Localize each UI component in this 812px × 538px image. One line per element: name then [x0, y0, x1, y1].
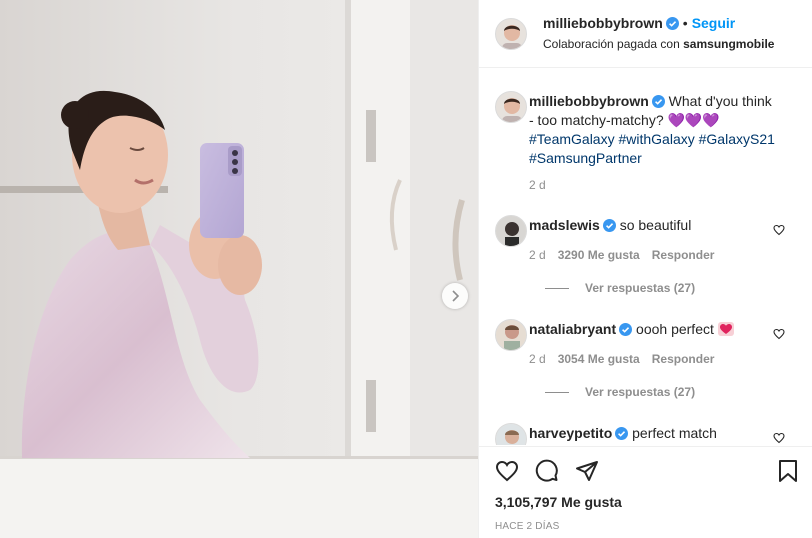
heart-emoji-icon	[717, 322, 734, 336]
bookmark-icon[interactable]	[777, 459, 799, 483]
share-paper-plane-icon[interactable]	[575, 459, 599, 483]
reply-button[interactable]: Responder	[652, 248, 715, 262]
replies-divider	[545, 391, 569, 393]
follow-button[interactable]: Seguir	[692, 15, 736, 31]
post-actions: 3,105,797 Me gusta HACE 2 DÍAS	[479, 446, 812, 538]
author-avatar[interactable]	[495, 17, 527, 50]
likes-count[interactable]: 3,105,797 Me gusta	[495, 494, 622, 510]
caption-hashtag-partner[interactable]: #SamsungPartner	[529, 150, 642, 166]
like-heart-icon[interactable]	[495, 459, 519, 483]
separator-dot: •	[682, 15, 688, 31]
paid-partnership-label: Colaboración pagada con samsungmobile	[543, 35, 774, 53]
comment-username[interactable]: harveypetito	[529, 425, 612, 441]
post-time[interactable]: HACE 2 DÍAS	[495, 521, 559, 532]
comment-likes-count[interactable]: 3054 Me gusta	[558, 352, 640, 366]
comment-body: so beautiful	[619, 217, 692, 233]
replies-divider	[545, 287, 569, 289]
caption-username[interactable]: milliebobbybrown	[529, 93, 649, 109]
verified-badge-icon	[602, 219, 616, 232]
carousel-next-button[interactable]	[442, 283, 468, 309]
comment-body: perfect match	[632, 425, 717, 441]
commenter-avatar[interactable]	[495, 215, 527, 247]
verified-badge-icon	[665, 17, 679, 30]
purple-hearts-emoji: 💜💜💜	[667, 112, 720, 128]
comment-likes-count[interactable]: 3290 Me gusta	[558, 248, 640, 262]
caption-avatar[interactable]	[495, 91, 527, 123]
verified-badge-icon	[619, 323, 633, 336]
comment-like-heart-icon[interactable]	[773, 224, 785, 236]
post-side-panel: milliebobbybrown • Seguir Colaboración pag…	[478, 0, 812, 538]
post-header: milliebobbybrown • Seguir Colaboración pag…	[479, 0, 812, 68]
view-replies-button[interactable]: Ver respuestas (27)	[545, 281, 695, 295]
comment-like-heart-icon[interactable]	[773, 328, 785, 340]
comment-username[interactable]: nataliabryant	[529, 321, 616, 337]
comment-time[interactable]: 2 d	[529, 352, 546, 366]
view-replies-label: Ver respuestas (27)	[585, 281, 696, 295]
comment-text: madslewis so beautiful	[529, 216, 779, 235]
post-photo[interactable]	[0, 0, 478, 538]
comment-like-heart-icon[interactable]	[773, 432, 785, 444]
comment-text: harveypetito perfect match	[529, 424, 779, 443]
comment-meta: 2 d 3054 Me gusta Responder	[529, 352, 726, 366]
comments-list[interactable]: milliebobbybrown What d'you think - too …	[479, 69, 812, 445]
comment-text: nataliabryant oooh perfect	[529, 320, 779, 339]
verified-badge-icon	[615, 427, 629, 440]
paid-partnership-prefix: Colaboración pagada con	[543, 37, 680, 51]
caption-hashtags[interactable]: #TeamGalaxy #withGalaxy #GalaxyS21	[529, 131, 775, 147]
view-replies-button[interactable]: Ver respuestas (27)	[545, 385, 695, 399]
view-replies-label: Ver respuestas (27)	[585, 385, 696, 399]
verified-badge-icon	[651, 95, 665, 108]
comment-icon[interactable]	[535, 459, 559, 483]
comment-username[interactable]: madslewis	[529, 217, 600, 233]
reply-button[interactable]: Responder	[652, 352, 715, 366]
partner-link[interactable]: samsungmobile	[683, 37, 774, 51]
chevron-right-icon	[452, 290, 460, 302]
comment-meta: 2 d 3290 Me gusta Responder	[529, 248, 726, 262]
commenter-avatar[interactable]	[495, 423, 527, 445]
author-username[interactable]: milliebobbybrown	[543, 15, 663, 31]
caption-text: milliebobbybrown What d'you think - too …	[529, 92, 779, 168]
selfie-image	[0, 0, 478, 538]
commenter-avatar[interactable]	[495, 319, 527, 351]
caption-time[interactable]: 2 d	[529, 178, 546, 192]
comment-time[interactable]: 2 d	[529, 248, 546, 262]
comment-body: oooh perfect	[636, 321, 714, 337]
